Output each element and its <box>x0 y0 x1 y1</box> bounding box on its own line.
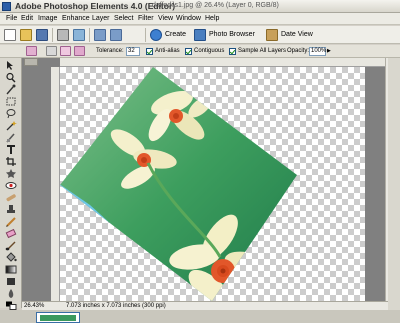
color-swatches-icon[interactable] <box>5 300 17 310</box>
menu-bar: File Edit Image Enhance Layer Select Fil… <box>0 13 400 25</box>
title-bar: Adobe Photoshop Elements 4.0 (Editor) da… <box>0 0 400 13</box>
contiguous-checkbox[interactable] <box>185 48 192 55</box>
eyedropper-tool-icon[interactable] <box>5 84 17 95</box>
cookie-cutter-tool-icon[interactable] <box>5 168 17 179</box>
menu-enhance[interactable]: Enhance <box>62 15 90 22</box>
magic-eraser-icon[interactable] <box>26 46 37 56</box>
menu-window[interactable]: Window <box>176 15 201 22</box>
toolbox <box>0 58 22 310</box>
type-tool-icon[interactable] <box>5 144 17 155</box>
photo-bin <box>0 310 400 323</box>
document-window <box>22 58 399 301</box>
left-ruler <box>51 67 60 301</box>
magic-wand-tool-icon[interactable] <box>5 120 17 131</box>
top-ruler <box>60 58 385 67</box>
anti-alias-label: Anti-alias <box>155 48 180 54</box>
menu-filter[interactable]: Filter <box>138 15 154 22</box>
gradient-tool-icon[interactable] <box>5 264 17 275</box>
redo-icon[interactable] <box>110 29 122 41</box>
toolbar-divider <box>145 28 146 42</box>
blur-tool-icon[interactable] <box>5 288 17 299</box>
selection-brush-tool-icon[interactable] <box>5 132 17 143</box>
new-icon[interactable] <box>4 29 16 41</box>
menu-select[interactable]: Select <box>114 15 133 22</box>
opacity-input[interactable]: 100% <box>309 47 326 56</box>
clone-stamp-tool-icon[interactable] <box>5 204 17 215</box>
menu-edit[interactable]: Edit <box>21 15 33 22</box>
palette-strip <box>388 58 400 310</box>
date-view-button[interactable]: Date View <box>281 31 313 38</box>
menu-view[interactable]: View <box>158 15 173 22</box>
status-bar: 26.43% 7.073 inches x 7.073 inches (300 … <box>22 301 388 310</box>
zoom-level[interactable]: 26.43% <box>24 303 44 309</box>
photo-browser-button[interactable]: Photo Browser <box>209 31 255 38</box>
marquee-tool-icon[interactable] <box>5 96 17 107</box>
pencil-tool-icon[interactable] <box>5 216 17 227</box>
eraser-tool-icon[interactable] <box>5 228 17 239</box>
tolerance-input[interactable]: 32 <box>126 47 140 56</box>
background-eraser-icon[interactable] <box>60 46 71 56</box>
tool-options-bar: Tolerance: 32 Anti-alias Contiguous Samp… <box>0 45 400 58</box>
healing-brush-tool-icon[interactable] <box>5 192 17 203</box>
toolbar-divider <box>89 28 90 42</box>
opacity-dropdown-icon[interactable]: ▶ <box>327 48 331 54</box>
paint-bucket-tool-icon[interactable] <box>5 252 17 263</box>
photo-bin-thumbnail[interactable] <box>36 312 80 323</box>
sample-all-layers-checkbox[interactable] <box>229 48 236 55</box>
email-icon[interactable] <box>73 29 85 41</box>
magic-eraser-option-icon[interactable] <box>74 46 85 56</box>
app-icon <box>2 2 11 11</box>
save-icon[interactable] <box>36 29 48 41</box>
anti-alias-checkbox[interactable] <box>146 48 153 55</box>
canvas-area[interactable] <box>60 67 385 301</box>
eraser-option-icon[interactable] <box>46 46 57 56</box>
menu-image[interactable]: Image <box>38 15 57 22</box>
shortcuts-toolbar: Create Photo Browser Date View <box>0 26 400 44</box>
create-icon[interactable] <box>150 29 162 41</box>
open-icon[interactable] <box>20 29 32 41</box>
create-button[interactable]: Create <box>165 31 186 38</box>
opacity-label: Opacity: <box>287 48 310 54</box>
rotated-daffodil-photo[interactable] <box>60 67 365 301</box>
lasso-tool-icon[interactable] <box>5 108 17 119</box>
document-tab[interactable] <box>24 58 38 66</box>
brush-tool-icon[interactable] <box>5 240 17 251</box>
undo-icon[interactable] <box>94 29 106 41</box>
menu-layer[interactable]: Layer <box>92 15 110 22</box>
crop-tool-icon[interactable] <box>5 156 17 167</box>
sample-all-layers-label: Sample All Layers <box>238 48 287 54</box>
contiguous-label: Contiguous <box>194 48 225 54</box>
tolerance-label: Tolerance: <box>96 48 124 54</box>
zoom-tool-icon[interactable] <box>5 72 17 83</box>
move-tool-icon[interactable] <box>5 60 17 71</box>
print-icon[interactable] <box>57 29 69 41</box>
toolbar-divider <box>52 28 53 42</box>
menu-help[interactable]: Help <box>205 15 219 22</box>
red-eye-tool-icon[interactable] <box>5 180 17 191</box>
shape-tool-icon[interactable] <box>5 276 17 287</box>
document-title: daffodils1.jpg @ 26.4% (Layer 0, RGB/8) <box>152 2 279 9</box>
menu-file[interactable]: File <box>6 15 17 22</box>
date-view-icon[interactable] <box>266 29 278 41</box>
photo-browser-icon[interactable] <box>194 29 206 41</box>
document-size-info: 7.073 inches x 7.073 inches (300 ppi) <box>66 303 166 309</box>
